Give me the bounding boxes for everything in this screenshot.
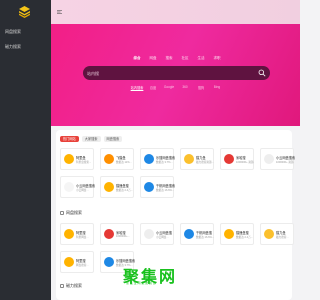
section-label: 网盘搜索	[66, 210, 82, 215]
filter-chip[interactable]: 大家搜索	[81, 136, 101, 142]
site-desc: 磁力搜索资源...	[196, 161, 214, 164]
k2-icon	[144, 182, 154, 192]
site-desc: 数据达 11%...	[116, 161, 132, 164]
filter-chip[interactable]: 热门网站	[60, 136, 79, 142]
watermark-sub: 聚 集 全 网 优 质 资 源	[126, 281, 156, 285]
maoli3-icon	[224, 229, 234, 239]
site-desc: 数据达 16.6%...	[156, 189, 174, 192]
hero-search-panel: 综合网盘搜索社区生活求职 站内搜索百度Google360搜狗Bing	[51, 24, 300, 126]
site-desc: 阿里网盘...	[76, 236, 89, 239]
k3-icon	[104, 229, 114, 239]
site-desc: 1000000+ 资源...	[236, 161, 254, 164]
site-card[interactable]: 猫力盘 磁力搜索资源...	[180, 148, 214, 170]
sub-tab[interactable]: 站内搜索	[129, 85, 145, 90]
site-desc: 1000000+ 资源...	[276, 161, 294, 164]
engine-tabs: 综合 网盘 搜索 社区 生活 求职	[129, 56, 225, 61]
maoli2-icon	[104, 182, 114, 192]
site-desc: 数据达 2.4万...	[116, 189, 133, 192]
site-card[interactable]: 猫狸盘搜 数据达 2.4万...	[220, 223, 254, 245]
logo-icon[interactable]	[18, 5, 31, 18]
section-title-magnet: 磁力搜索	[60, 283, 82, 289]
sub-tab[interactable]: Bing	[209, 85, 225, 90]
site-card[interactable]: 阿里搜 阿里网盘...	[60, 223, 94, 245]
engine-tab[interactable]: 社区	[177, 56, 193, 61]
ali-icon	[64, 229, 74, 239]
site-card[interactable]: 小云网盘搜索 1000000+ 资源...	[260, 148, 295, 170]
section-label: 磁力搜索	[66, 283, 82, 288]
sub-tab[interactable]: Google	[161, 85, 177, 90]
site-card[interactable]: 小云网盘搜索 小云网盘...	[60, 176, 95, 198]
k-red-icon	[224, 154, 234, 164]
site-desc: 1000000+...	[116, 235, 130, 238]
section-checkbox-icon	[60, 284, 64, 288]
site-card[interactable]: 千帆网盘搜 数据达 16.6%...	[180, 223, 214, 245]
sidebar-item-magnet-search[interactable]: 磁力搜索	[5, 44, 21, 49]
site-desc: 数据达 2.4万...	[236, 236, 253, 239]
site-desc: 磁力搜索...	[276, 236, 289, 239]
sub-tab[interactable]: 搜狗	[193, 85, 209, 90]
site-card[interactable]: 乐搜网盘搜索 数据达 3.7%...	[140, 148, 175, 170]
k-icon	[144, 154, 154, 164]
cloud-icon	[64, 182, 74, 192]
menu-icon[interactable]	[57, 10, 62, 14]
sub-tabs: 站内搜索 百度 Google 360 搜狗 Bing	[129, 85, 225, 90]
site-desc: 小云网盘...	[156, 236, 169, 239]
engine-tab[interactable]: 搜索	[161, 56, 177, 61]
engine-tab[interactable]: 网盘	[145, 56, 161, 61]
site-desc: 小云网盘...	[76, 189, 89, 192]
section-checkbox-icon	[60, 211, 64, 215]
sub-tab[interactable]: 百度	[145, 85, 161, 90]
site-desc: 网盘搜索...	[76, 264, 89, 267]
sub-tab[interactable]: 360	[177, 85, 193, 90]
k4-icon	[184, 229, 194, 239]
site-card[interactable]: 阿里盘 阿里盘搜索...	[60, 148, 94, 170]
search-box	[83, 66, 270, 80]
site-desc: 数据达 16.6%...	[196, 236, 214, 239]
site-desc: 阿里盘搜索...	[76, 161, 92, 164]
site-card[interactable]: 飞猫盘 数据达 11%...	[100, 148, 134, 170]
search-input[interactable]	[87, 69, 247, 77]
cloud2-icon	[144, 229, 154, 239]
site-desc: 数据达 3.7%...	[156, 161, 173, 164]
feimao-icon	[104, 154, 114, 164]
filter-chip[interactable]: 网盘搜索	[103, 136, 123, 142]
site-grid-hot: 阿里盘 阿里盘搜索... 飞猫盘 数据达 11%... 乐搜网盘搜索 数据达 3.7%..…	[60, 148, 295, 198]
site-card[interactable]: 猫力盘 磁力搜索...	[260, 223, 294, 245]
site-card[interactable]: 千帆网盘搜索 数据达 16.6%...	[140, 176, 175, 198]
section-title-pan: 网盘搜索	[60, 210, 82, 216]
filter-chips: 热门网站 大家搜索 网盘搜索	[60, 136, 123, 142]
site-card[interactable]: 阿里搜 网盘搜索...	[60, 251, 94, 273]
alipan-icon	[64, 154, 74, 164]
engine-tab[interactable]: 求职	[209, 56, 225, 61]
maoli4-icon	[264, 229, 274, 239]
site-card[interactable]: 米哈搜 1000000+...	[100, 223, 134, 245]
maoli-icon	[184, 154, 194, 164]
ali2-icon	[64, 257, 74, 267]
sidebar-item-pan-search[interactable]: 网盘搜索	[5, 29, 21, 34]
sidebar: 网盘搜索 磁力搜索	[0, 0, 51, 300]
site-card[interactable]: 小云网盘搜 小云网盘...	[140, 223, 174, 245]
engine-tab[interactable]: 综合	[129, 56, 145, 61]
site-card[interactable]: 猫狸盘搜 数据达 2.4万...	[100, 176, 134, 198]
search-icon[interactable]	[258, 69, 266, 77]
engine-tab[interactable]: 生活	[193, 56, 209, 61]
xiaoyun-icon	[264, 154, 274, 164]
k5-icon	[104, 257, 114, 267]
site-card[interactable]: 米哈搜 1000000+ 资源...	[220, 148, 254, 170]
top-header	[51, 0, 300, 24]
